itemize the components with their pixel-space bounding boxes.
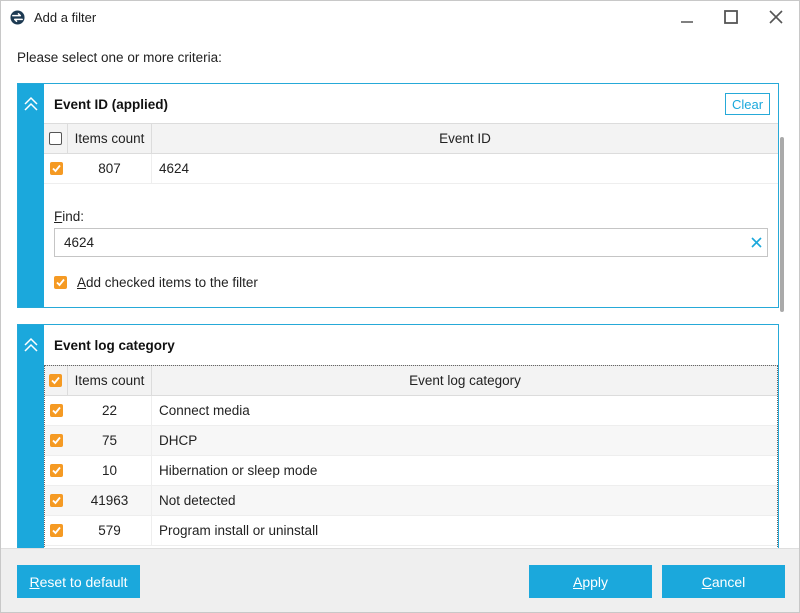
event-id-panel: Event ID (applied) Clear Items count Eve… bbox=[17, 83, 779, 308]
event-log-category-panel-collapse-bar[interactable] bbox=[18, 325, 44, 548]
table-row[interactable]: 22 Connect media bbox=[44, 396, 778, 426]
row-checkbox[interactable] bbox=[49, 162, 63, 175]
add-checked-checkbox[interactable] bbox=[54, 276, 67, 289]
checkmark-icon bbox=[51, 496, 61, 505]
maximize-button[interactable] bbox=[709, 1, 753, 33]
checkmark-icon bbox=[51, 376, 60, 385]
row-checkbox[interactable] bbox=[49, 464, 63, 477]
table-row[interactable]: 10 Hibernation or sleep mode bbox=[44, 456, 778, 486]
checkmark-icon bbox=[51, 164, 61, 173]
checkmark-icon bbox=[51, 406, 61, 415]
minimize-button[interactable] bbox=[665, 1, 709, 33]
items-count-cell: 579 bbox=[68, 516, 152, 545]
close-button[interactable] bbox=[754, 1, 798, 33]
grid-header: Items count Event ID bbox=[44, 123, 778, 154]
add-filter-dialog: Add a filter Please select one or more c… bbox=[0, 0, 800, 613]
items-count-cell: 75 bbox=[68, 426, 152, 455]
category-cell: Not detected bbox=[159, 493, 236, 508]
clear-button[interactable]: Clear bbox=[725, 93, 770, 115]
row-checkbox[interactable] bbox=[49, 404, 63, 417]
close-icon bbox=[769, 10, 783, 24]
cancel-button[interactable]: Cancel bbox=[662, 565, 785, 598]
table-row[interactable]: 41963 Not detected bbox=[44, 486, 778, 516]
event-id-grid: Items count Event ID 807 4624 bbox=[44, 123, 778, 184]
items-count-cell: 807 bbox=[68, 154, 152, 183]
find-label: Find: bbox=[54, 209, 85, 224]
items-count-header[interactable]: Items count bbox=[68, 124, 152, 153]
select-all-checkbox[interactable] bbox=[49, 374, 62, 387]
table-row[interactable]: 579 Program install or uninstall bbox=[44, 516, 778, 546]
category-cell: Hibernation or sleep mode bbox=[159, 463, 318, 478]
checkmark-icon bbox=[51, 466, 61, 475]
event-id-cell: 4624 bbox=[159, 161, 190, 176]
category-cell: Connect media bbox=[159, 403, 250, 418]
checkmark-icon bbox=[51, 526, 61, 535]
select-all-checkbox[interactable] bbox=[49, 132, 62, 145]
row-checkbox[interactable] bbox=[49, 524, 63, 537]
checkmark-icon bbox=[56, 278, 65, 287]
window-title: Add a filter bbox=[34, 10, 97, 25]
maximize-icon bbox=[724, 10, 738, 24]
checkmark-icon bbox=[51, 436, 61, 445]
event-log-category-panel-title: Event log category bbox=[54, 338, 175, 353]
event-id-panel-title: Event ID (applied) bbox=[54, 97, 169, 112]
criteria-prompt: Please select one or more criteria: bbox=[17, 50, 222, 65]
table-row[interactable]: 807 4624 bbox=[44, 154, 778, 184]
grid-header: Items count Event log category bbox=[44, 365, 778, 396]
table-row[interactable]: 75 DHCP bbox=[44, 426, 778, 456]
event-id-panel-collapse-bar[interactable] bbox=[18, 84, 44, 307]
minimize-icon bbox=[681, 21, 693, 23]
items-count-cell: 41963 bbox=[68, 486, 152, 515]
items-count-cell: 10 bbox=[68, 456, 152, 485]
criteria-scroll-area[interactable]: Event ID (applied) Clear Items count Eve… bbox=[1, 75, 799, 548]
vertical-scrollbar-thumb[interactable] bbox=[780, 137, 784, 312]
event-log-category-panel: Event log category Items count Event log… bbox=[17, 324, 779, 548]
items-count-header[interactable]: Items count bbox=[68, 366, 152, 395]
row-checkbox[interactable] bbox=[49, 494, 63, 507]
collapse-chevron-icon bbox=[24, 337, 38, 352]
items-count-cell: 22 bbox=[68, 396, 152, 425]
apply-button[interactable]: Apply bbox=[529, 565, 652, 598]
dialog-footer: Reset to default Apply Cancel bbox=[1, 548, 799, 612]
row-checkbox[interactable] bbox=[49, 434, 63, 447]
event-log-category-header[interactable]: Event log category bbox=[152, 366, 778, 395]
category-cell: Program install or uninstall bbox=[159, 523, 319, 538]
reset-to-default-button[interactable]: Reset to default bbox=[17, 565, 140, 598]
add-checked-option[interactable]: Add checked items to the filter bbox=[54, 275, 258, 290]
event-log-category-grid: Items count Event log category 22 Connec… bbox=[44, 365, 778, 546]
event-id-header[interactable]: Event ID bbox=[152, 124, 778, 153]
app-logo-icon bbox=[10, 10, 25, 25]
find-input[interactable] bbox=[54, 228, 768, 257]
clear-search-icon[interactable] bbox=[750, 236, 763, 249]
title-bar: Add a filter bbox=[1, 1, 799, 33]
category-cell: DHCP bbox=[159, 433, 198, 448]
add-checked-label: Add checked items to the filter bbox=[77, 275, 258, 290]
collapse-chevron-icon bbox=[24, 96, 38, 111]
